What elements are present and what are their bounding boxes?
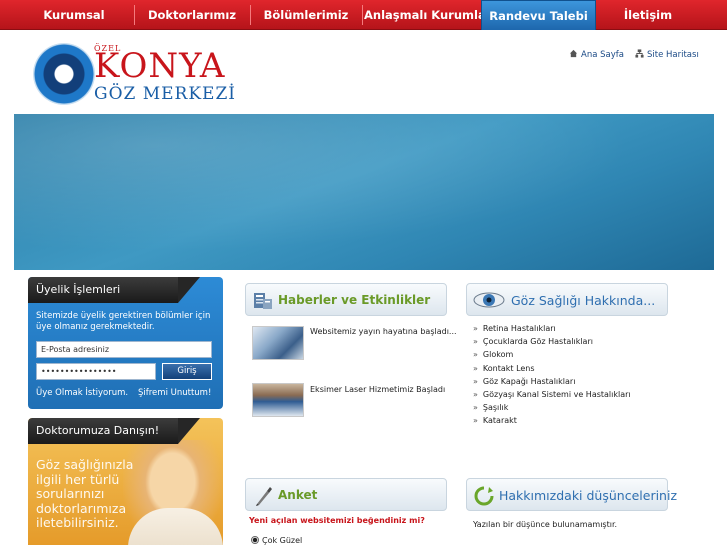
poll-option-1[interactable]: Çok Güzel xyxy=(251,536,302,545)
eye-health-item[interactable]: » Kontakt Lens xyxy=(473,364,673,377)
eye-health-item-label: Retina Hastalıkları xyxy=(482,324,556,333)
eye-health-item[interactable]: » Katarakt xyxy=(473,416,673,429)
news-section-title: Haberler ve Etkinlikler xyxy=(278,293,431,307)
eye-health-item[interactable]: » Glokom xyxy=(473,350,673,363)
eye-health-item-label: Çocuklarda Göz Hastalıkları xyxy=(482,337,593,347)
logo-goz-merkezi-text: GÖZ MERKEZİ xyxy=(94,84,236,104)
nav-iletisim[interactable]: İletişim xyxy=(598,0,698,30)
double-chevron-icon: » xyxy=(473,324,478,333)
home-link-label: Ana Sayfa xyxy=(581,50,624,60)
site-header: ÖZEL KONYA GÖZ MERKEZİ Ana Sayfa Site Ha… xyxy=(14,30,714,114)
refresh-circle-icon xyxy=(474,486,494,506)
membership-title: Üyelik İşlemleri xyxy=(28,277,200,303)
news-item-2[interactable]: Eksimer Laser Hizmetimiz Başladı xyxy=(310,385,445,394)
login-button[interactable]: Giriş xyxy=(162,363,212,380)
eye-health-item[interactable]: » Gözyaşı Kanal Sistemi ve Hastalıkları xyxy=(473,390,673,403)
nav-kurumsal[interactable]: Kurumsal xyxy=(20,0,128,30)
double-chevron-icon: » xyxy=(473,376,478,386)
eye-health-section-title: Göz Sağlığı Hakkında... xyxy=(511,293,656,308)
home-icon xyxy=(569,49,578,58)
news-item-1[interactable]: Websitemiz yayın hayatına başladı... xyxy=(310,327,457,336)
nav-randevu-talebi[interactable]: Randevu Talebi xyxy=(481,0,596,34)
pen-icon xyxy=(256,487,272,506)
radio-selected-icon[interactable] xyxy=(251,536,259,544)
eye-health-section-header: Göz Sağlığı Hakkında... xyxy=(466,283,668,316)
ask-doctor-text: Göz sağlığınızla ilgili her türlü sorula… xyxy=(36,457,134,530)
sitemap-link[interactable]: Site Haritası xyxy=(635,49,699,60)
news-section-header: Haberler ve Etkinlikler xyxy=(245,283,447,316)
eye-health-item-label: Katarakt xyxy=(482,416,517,426)
membership-box: Üyelik İşlemleri Sitemizde üyelik gerekt… xyxy=(28,277,223,409)
eye-health-item[interactable]: » Retina Hastalıkları xyxy=(473,324,673,337)
forgot-password-link[interactable]: Şifremi Unuttum! xyxy=(138,388,211,398)
logo-konya-text[interactable]: KONYA xyxy=(94,46,225,86)
nav-divider xyxy=(134,5,135,25)
ask-doctor-box[interactable]: Doktorumuza Danışın! Göz sağlığınızla il… xyxy=(28,418,223,545)
nav-bolumlerimiz[interactable]: Bölümlerimiz xyxy=(252,0,360,30)
double-chevron-icon: » xyxy=(473,363,478,373)
eye-health-item-label: Göz Kapağı Hastalıkları xyxy=(482,376,576,386)
sitemap-icon xyxy=(635,49,644,58)
eye-health-list: » Retina Hastalıkları » Çocuklarda Göz Has… xyxy=(473,324,673,430)
password-field[interactable]: •••••••••••••••• xyxy=(36,363,156,380)
feedback-empty-text: Yazılan bir düşünce bulunamamıştır. xyxy=(473,520,618,529)
news-thumbnail-laser[interactable] xyxy=(252,383,304,417)
poll-section-header: Anket xyxy=(245,478,447,511)
nav-doktorlarimiz[interactable]: Doktorlarımız xyxy=(136,0,248,30)
double-chevron-icon: » xyxy=(473,350,478,360)
feedback-section-header: Hakkımızdaki düşünceleriniz xyxy=(466,478,677,511)
eye-health-item-label: Şaşılık xyxy=(482,403,509,413)
double-chevron-icon: » xyxy=(473,337,478,347)
eye-health-item[interactable]: » Çocuklarda Göz Hastalıkları xyxy=(473,337,673,350)
top-navigation: Kurumsal Doktorlarımız Bölümlerimiz Anla… xyxy=(0,0,727,34)
news-icon xyxy=(254,293,272,309)
double-chevron-icon: » xyxy=(473,403,478,413)
eye-health-item[interactable]: » Göz Kapağı Hastalıkları xyxy=(473,377,673,390)
ask-doctor-title: Doktorumuza Danışın! xyxy=(28,418,200,444)
double-chevron-icon: » xyxy=(473,416,478,426)
register-link[interactable]: Üye Olmak İstiyorum. xyxy=(36,388,128,398)
poll-option-label: Çok Güzel xyxy=(262,536,303,545)
nav-divider xyxy=(362,5,363,25)
sitemap-link-label: Site Haritası xyxy=(647,50,699,60)
eye-health-item[interactable]: » Şaşılık xyxy=(473,403,673,416)
home-link[interactable]: Ana Sayfa xyxy=(569,49,624,60)
hero-banner-highlight xyxy=(14,114,714,270)
eye-health-item-label: Glokom xyxy=(482,350,514,360)
news-thumbnail-website[interactable] xyxy=(252,326,304,360)
nav-anlasmali-kurumlar[interactable]: Anlaşmalı Kurumlar xyxy=(364,0,491,30)
eye-health-item-label: Kontakt Lens xyxy=(482,363,535,373)
double-chevron-icon: » xyxy=(473,389,478,399)
feedback-section-title: Hakkımızdaki düşünceleriniz xyxy=(499,488,678,503)
eye-logo-icon[interactable] xyxy=(34,44,94,104)
membership-info-text: Sitemizde üyelik gerektiren bölümler içi… xyxy=(36,311,211,332)
eye-health-item-label: Gözyaşı Kanal Sistemi ve Hastalıkları xyxy=(482,389,631,399)
nav-divider xyxy=(250,5,251,25)
eye-icon xyxy=(473,292,505,308)
poll-question: Yeni açılan websitemizi beğendiniz mi? xyxy=(249,516,425,525)
page: Kurumsal Doktorlarımız Bölümlerimiz Anla… xyxy=(0,0,727,545)
poll-section-title: Anket xyxy=(278,488,318,502)
email-field[interactable]: E-Posta adresiniz xyxy=(36,341,212,358)
